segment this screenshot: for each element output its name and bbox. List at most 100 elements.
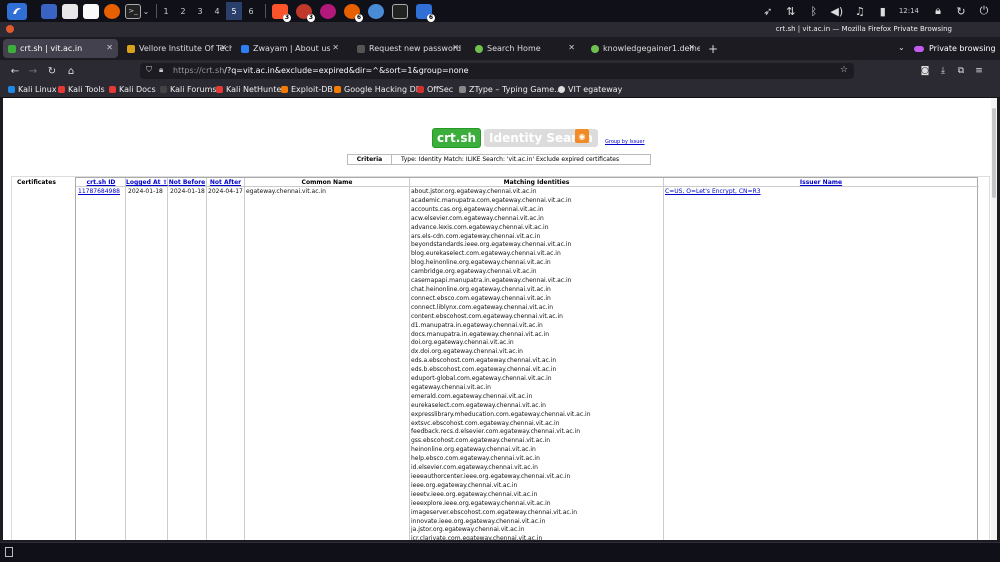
back-button[interactable]: ←	[8, 64, 22, 78]
file-manager-icon[interactable]	[62, 3, 78, 19]
close-tab-icon[interactable]: ✕	[568, 43, 575, 52]
close-tab-icon[interactable]: ✕	[452, 43, 459, 52]
url-bar[interactable]: ⛉ 🔒︎ https://crt.sh/?q=vit.ac.in&exclude…	[140, 63, 854, 79]
header-logged-at[interactable]: Logged At ⇧	[126, 179, 168, 186]
certificates-table: crt.sh ID Logged At ⇧ Not Before Not Aft…	[75, 177, 979, 540]
window-titlebar[interactable]: crt.sh | vit.ac.in — Mozilla Firefox Pri…	[0, 22, 1000, 37]
tab-strip: crt.sh | vit.ac.in ✕ Vellore Institute O…	[0, 37, 1000, 60]
bookmark-offsec[interactable]: OffSec	[417, 85, 453, 94]
volume-icon[interactable]: ◀)	[830, 4, 844, 18]
workspace-1[interactable]: 1	[158, 2, 174, 20]
bookmark-exploit-db[interactable]: Exploit-DB	[281, 85, 333, 94]
crtsh-logo[interactable]: crt.sh Identity Search	[432, 128, 598, 148]
kali-menu-icon[interactable]	[7, 2, 27, 20]
new-tab-button[interactable]: +	[708, 42, 718, 56]
bookmark-vit-egateway[interactable]: VIT egateway	[558, 85, 622, 94]
bookmark-google-hacking-db[interactable]: Google Hacking DB	[334, 85, 421, 94]
identity-item: d1.manupatra.in.egateway.chennai.vit.ac.…	[411, 321, 543, 329]
url-text[interactable]: https://crt.sh/?q=vit.ac.in&exclude=expi…	[173, 66, 813, 75]
tab-label: Search Home	[487, 44, 541, 53]
header-issuer-name[interactable]: Issuer Name	[664, 179, 978, 186]
identity-item: extsvc.ebscohost.com.egateway.chennai.vi…	[411, 419, 560, 427]
workspace-4[interactable]: 4	[209, 2, 225, 20]
group-by-issuer-link[interactable]: Group by Issuer	[605, 139, 645, 145]
lock-screen-icon[interactable]: 🔒︎	[931, 4, 945, 18]
bookmark-kali-forums[interactable]: Kali Forums	[160, 85, 217, 94]
private-browsing-indicator: Private browsing	[914, 44, 996, 53]
page-scrollbar[interactable]	[991, 98, 997, 540]
tab-search-home[interactable]: Search Home ✕	[470, 39, 580, 58]
bookmark-kali-tools[interactable]: Kali Tools	[58, 85, 105, 94]
launch-icon[interactable]: ➶	[761, 4, 775, 18]
bookmark-kali-linux[interactable]: Kali Linux	[8, 85, 57, 94]
workspace-5[interactable]: 5	[226, 2, 242, 20]
header-not-before[interactable]: Not Before	[168, 179, 206, 186]
power-status-icon[interactable]: ▮	[876, 4, 890, 18]
panel-separator	[265, 4, 266, 18]
forward-button[interactable]: →	[26, 64, 40, 78]
identity-item: blog.eurekaselect.com.egateway.chennai.v…	[411, 250, 561, 258]
bookmark-star-icon[interactable]: ☆	[840, 65, 848, 75]
window-title: crt.sh | vit.ac.in — Mozilla Firefox Pri…	[775, 25, 952, 33]
bluetooth-icon[interactable]: ᛒ	[807, 4, 821, 18]
tab-label: Vellore Institute Of Techno	[139, 44, 232, 53]
certificates-label: Certificates	[17, 179, 56, 186]
close-tab-icon[interactable]: ✕	[688, 43, 695, 52]
tab-vit[interactable]: Vellore Institute Of Techno ✕	[122, 39, 232, 58]
terminal-launcher-icon[interactable]: >_	[125, 3, 141, 19]
tab-crtsh[interactable]: crt.sh | vit.ac.in ✕	[3, 39, 118, 58]
scrollbar-thumb[interactable]	[992, 108, 996, 198]
close-tab-icon[interactable]: ✕	[106, 43, 113, 52]
tab-zwayam[interactable]: Zwayam | About us ✕	[236, 39, 344, 58]
header-not-after[interactable]: Not After	[207, 179, 244, 186]
criteria-box: Criteria Type: Identity Match: ILIKE Sea…	[347, 154, 651, 165]
tab-delnet[interactable]: knowledgegainer1.delnet ✕	[586, 39, 700, 58]
list-tabs-icon[interactable]: ⌄	[898, 43, 905, 52]
bookmark-kali-docs[interactable]: Kali Docs	[109, 85, 156, 94]
window-button-icon[interactable]	[5, 547, 13, 557]
cherrytree-window-icon[interactable]: 3	[296, 3, 315, 22]
rss-feed-icon[interactable]: ◉	[575, 129, 589, 143]
refresh-icon[interactable]: ↻	[954, 4, 968, 18]
workspace-3[interactable]: 3	[192, 2, 208, 20]
brave-window-icon[interactable]: 3	[272, 3, 291, 22]
firefox-window-icon[interactable]: 6	[344, 3, 363, 22]
menu-icon[interactable]: ≡	[972, 64, 986, 78]
text-editor-icon[interactable]	[83, 3, 99, 19]
not-after-value: 2024-04-17	[208, 188, 243, 195]
private-mask-icon	[914, 45, 924, 52]
media-app-icon[interactable]	[320, 3, 336, 19]
identity-item: content.ebscohost.com.egateway.chennai.v…	[411, 312, 563, 320]
chromium-window-icon[interactable]	[368, 3, 384, 19]
lock-icon[interactable]: 🔒︎	[159, 65, 163, 75]
firefox-launcher-icon[interactable]	[104, 3, 120, 19]
header-crtsh-id[interactable]: crt.sh ID	[78, 179, 124, 186]
notification-bell-icon[interactable]: ♫	[853, 4, 867, 18]
network-icon[interactable]: ⇅	[784, 4, 798, 18]
reload-button[interactable]: ↻	[45, 64, 59, 78]
bookmark-kali-nethunter[interactable]: Kali NetHunter	[216, 85, 285, 94]
panel-separator	[156, 4, 157, 18]
cert-id-link[interactable]: 11787684988	[78, 188, 120, 195]
close-tab-icon[interactable]: ✕	[332, 43, 339, 52]
app-window-icon[interactable]: 6	[416, 3, 435, 22]
bookmark-ztype[interactable]: ZType – Typing Game...	[459, 85, 562, 94]
terminal-window-icon[interactable]	[392, 3, 408, 19]
chevron-down-icon[interactable]: ⌄	[142, 2, 150, 20]
close-tab-icon[interactable]: ✕	[220, 43, 227, 52]
home-button[interactable]: ⌂	[64, 64, 78, 78]
logged-at-value: 2024-01-18	[128, 188, 163, 195]
workspace-2[interactable]: 2	[175, 2, 191, 20]
shield-icon[interactable]: ⛉	[146, 65, 152, 75]
identity-item: eds.b.ebscohost.com.egateway.chennai.vit…	[411, 366, 557, 374]
logout-icon[interactable]: ⏻	[977, 4, 991, 18]
issuer-name-link[interactable]: C=US, O=Let's Encrypt, CN=R3	[665, 188, 761, 195]
workspace-6[interactable]: 6	[243, 2, 259, 20]
extensions-icon[interactable]: ⧉	[954, 64, 968, 78]
downloads-icon[interactable]: ⤓	[936, 64, 950, 78]
show-desktop-icon[interactable]	[41, 3, 57, 19]
tab-label: Zwayam | About us	[253, 44, 331, 53]
pocket-icon[interactable]: ◙	[918, 64, 932, 78]
tab-request-password[interactable]: Request new password | ✕	[352, 39, 464, 58]
panel-clock[interactable]: 12:14	[899, 7, 919, 15]
